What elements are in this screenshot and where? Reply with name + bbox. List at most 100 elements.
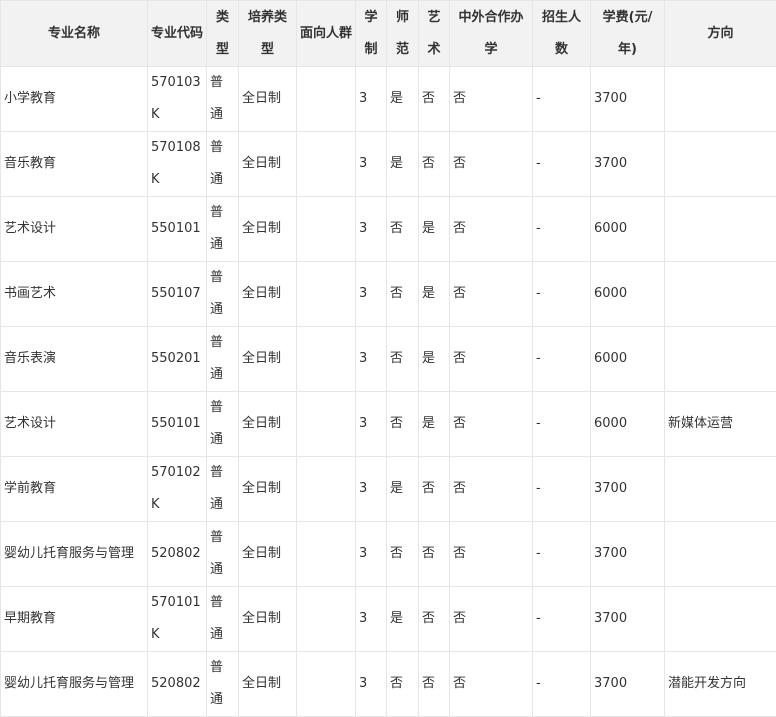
training-type-cell: 全日制 [239, 392, 297, 457]
header-major-name: 专业名称 [1, 1, 148, 67]
teacher-training-cell: 否 [387, 652, 419, 717]
duration-cell: 3 [356, 132, 387, 197]
teacher-training-cell: 否 [387, 522, 419, 587]
major-code-cell: 570103K [148, 67, 207, 132]
art-cell: 否 [419, 587, 450, 652]
major-table: 专业名称 专业代码 类型 培养类型 面向人群 学制 师范 艺术 中外合作办学 招… [0, 0, 776, 717]
duration-cell: 3 [356, 197, 387, 262]
target-group-cell [297, 457, 356, 522]
enrollment-cell: - [533, 392, 591, 457]
target-group-cell [297, 197, 356, 262]
direction-cell [665, 522, 776, 587]
major-name-cell: 早期教育 [1, 587, 148, 652]
direction-cell [665, 327, 776, 392]
joint-program-cell: 否 [450, 392, 533, 457]
art-cell: 否 [419, 132, 450, 197]
training-type-cell: 全日制 [239, 522, 297, 587]
tuition-cell: 3700 [591, 587, 665, 652]
tuition-cell: 6000 [591, 327, 665, 392]
art-cell: 否 [419, 522, 450, 587]
art-cell: 是 [419, 262, 450, 327]
teacher-training-cell: 是 [387, 587, 419, 652]
direction-cell [665, 132, 776, 197]
training-type-cell: 全日制 [239, 132, 297, 197]
tuition-cell: 3700 [591, 132, 665, 197]
table-row: 艺术设计550101普通全日制3否是否-6000 [1, 197, 776, 262]
major-name-cell: 音乐教育 [1, 132, 148, 197]
joint-program-cell: 否 [450, 522, 533, 587]
header-direction: 方向 [665, 1, 776, 67]
header-duration: 学制 [356, 1, 387, 67]
table-row: 学前教育570102K普通全日制3是否否-3700 [1, 457, 776, 522]
tuition-cell: 3700 [591, 652, 665, 717]
major-code-cell: 570102K [148, 457, 207, 522]
header-enrollment: 招生人数 [533, 1, 591, 67]
target-group-cell [297, 327, 356, 392]
major-code-cell: 550201 [148, 327, 207, 392]
tuition-cell: 6000 [591, 197, 665, 262]
header-training-type: 培养类型 [239, 1, 297, 67]
table-row: 书画艺术550107普通全日制3否是否-6000 [1, 262, 776, 327]
duration-cell: 3 [356, 652, 387, 717]
teacher-training-cell: 否 [387, 197, 419, 262]
direction-cell [665, 587, 776, 652]
tuition-cell: 6000 [591, 262, 665, 327]
type-cell: 普通 [207, 262, 239, 327]
table-row: 早期教育570101K普通全日制3是否否-3700 [1, 587, 776, 652]
major-code-cell: 570108K [148, 132, 207, 197]
enrollment-cell: - [533, 132, 591, 197]
joint-program-cell: 否 [450, 262, 533, 327]
joint-program-cell: 否 [450, 652, 533, 717]
type-cell: 普通 [207, 457, 239, 522]
header-type: 类型 [207, 1, 239, 67]
target-group-cell [297, 132, 356, 197]
joint-program-cell: 否 [450, 327, 533, 392]
duration-cell: 3 [356, 587, 387, 652]
joint-program-cell: 否 [450, 132, 533, 197]
major-name-cell: 学前教育 [1, 457, 148, 522]
joint-program-cell: 否 [450, 457, 533, 522]
direction-cell: 新媒体运营 [665, 392, 776, 457]
header-tuition: 学费(元/年) [591, 1, 665, 67]
training-type-cell: 全日制 [239, 327, 297, 392]
major-code-cell: 550101 [148, 392, 207, 457]
target-group-cell [297, 522, 356, 587]
target-group-cell [297, 652, 356, 717]
enrollment-cell: - [533, 587, 591, 652]
table-row: 艺术设计550101普通全日制3否是否-6000新媒体运营 [1, 392, 776, 457]
direction-cell [665, 67, 776, 132]
header-joint-program: 中外合作办学 [450, 1, 533, 67]
teacher-training-cell: 否 [387, 392, 419, 457]
header-row: 专业名称 专业代码 类型 培养类型 面向人群 学制 师范 艺术 中外合作办学 招… [1, 1, 776, 67]
training-type-cell: 全日制 [239, 262, 297, 327]
table-row: 音乐教育570108K普通全日制3是否否-3700 [1, 132, 776, 197]
type-cell: 普通 [207, 587, 239, 652]
teacher-training-cell: 否 [387, 262, 419, 327]
major-name-cell: 小学教育 [1, 67, 148, 132]
training-type-cell: 全日制 [239, 587, 297, 652]
tuition-cell: 3700 [591, 522, 665, 587]
table-row: 小学教育570103K普通全日制3是否否-3700 [1, 67, 776, 132]
tuition-cell: 3700 [591, 67, 665, 132]
enrollment-cell: - [533, 522, 591, 587]
type-cell: 普通 [207, 522, 239, 587]
enrollment-cell: - [533, 197, 591, 262]
header-target-group: 面向人群 [297, 1, 356, 67]
art-cell: 否 [419, 457, 450, 522]
type-cell: 普通 [207, 67, 239, 132]
teacher-training-cell: 是 [387, 132, 419, 197]
duration-cell: 3 [356, 457, 387, 522]
major-code-cell: 550101 [148, 197, 207, 262]
target-group-cell [297, 67, 356, 132]
major-code-cell: 520802 [148, 652, 207, 717]
art-cell: 是 [419, 392, 450, 457]
target-group-cell [297, 587, 356, 652]
art-cell: 是 [419, 327, 450, 392]
teacher-training-cell: 是 [387, 457, 419, 522]
joint-program-cell: 否 [450, 197, 533, 262]
direction-cell [665, 457, 776, 522]
major-name-cell: 艺术设计 [1, 392, 148, 457]
major-code-cell: 550107 [148, 262, 207, 327]
type-cell: 普通 [207, 197, 239, 262]
direction-cell [665, 197, 776, 262]
